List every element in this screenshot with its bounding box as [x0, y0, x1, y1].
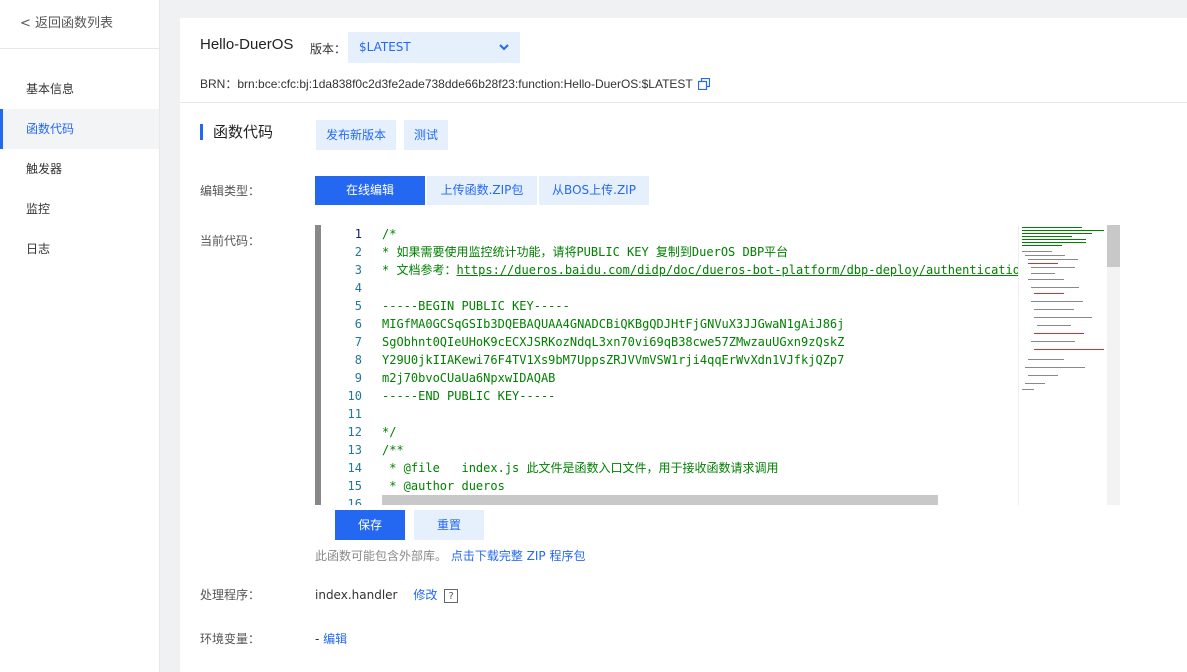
- brn-line: BRN：brn:bce:cfc:bj:1da838f0c2d3fe2ade738…: [200, 75, 710, 92]
- version-select[interactable]: $LATEST: [348, 32, 520, 63]
- main-panel: Hello-DuerOS 版本： $LATEST BRN：brn:bce:cfc…: [180, 18, 1187, 672]
- code-line[interactable]: m2j70bvoCUaUa6NpxwIDAQAB: [382, 369, 1018, 387]
- line-number: 9: [354, 371, 362, 385]
- version-select-value: $LATEST: [359, 40, 411, 54]
- code-minimap[interactable]: [1018, 225, 1108, 505]
- code-line[interactable]: SgObhnt0QIeUHoK9cECXJSRKozNdqL3xn70vi69q…: [382, 333, 1018, 351]
- save-button[interactable]: 保存: [335, 510, 405, 540]
- tab-upload-zip[interactable]: 上传函数.ZIP包: [427, 176, 537, 205]
- download-zip-link[interactable]: 点击下载完整 ZIP 程序包: [451, 549, 586, 563]
- line-number: 16: [347, 497, 362, 505]
- line-number: 13: [347, 443, 362, 457]
- code-line[interactable]: -----BEGIN PUBLIC KEY-----: [382, 297, 1018, 315]
- modify-handler-link[interactable]: 修改: [413, 588, 437, 602]
- current-code-label: 当前代码：: [200, 234, 261, 248]
- horizontal-scroll-thumb[interactable]: [382, 495, 938, 505]
- code-line-text: * 文档参考：: [382, 263, 457, 277]
- line-number: 15: [347, 479, 362, 493]
- line-number: 7: [354, 335, 362, 349]
- publish-version-button[interactable]: 发布新版本: [316, 120, 397, 150]
- test-button[interactable]: 测试: [404, 120, 449, 150]
- tab-bos-upload-zip[interactable]: 从BOS上传.ZIP: [539, 176, 649, 205]
- help-icon[interactable]: ?: [444, 588, 459, 603]
- code-line[interactable]: /**: [382, 441, 1018, 459]
- doc-url-link[interactable]: https://dueros.baidu.com/didp/doc/dueros…: [456, 263, 1018, 277]
- sidebar-item-logs[interactable]: 日志: [0, 229, 159, 269]
- code-line[interactable]: * @file index.js 此文件是函数入口文件，用于接收函数请求调用: [382, 459, 1018, 477]
- handler-row: index.handler 修改 ?: [315, 586, 459, 603]
- code-line[interactable]: * @author dueros: [382, 477, 1018, 495]
- reset-button[interactable]: 重置: [414, 510, 484, 540]
- external-library-note: 此函数可能包含外部库。 点击下载完整 ZIP 程序包: [315, 547, 585, 564]
- sidebar-item-monitoring[interactable]: 监控: [0, 189, 159, 229]
- line-number: 6: [354, 317, 362, 331]
- version-label: 版本：: [310, 42, 347, 56]
- back-to-function-list-link[interactable]: < 返回函数列表: [0, 0, 159, 49]
- vertical-scroll-thumb[interactable]: [1107, 225, 1120, 267]
- brn-label: BRN：: [200, 77, 238, 91]
- code-line[interactable]: MIGfMA0GCSqGSIb3DQEBAQUAA4GNADCBiQKBgQDJ…: [382, 315, 1018, 333]
- line-number: 5: [354, 299, 362, 313]
- edit-env-vars-link[interactable]: 编辑: [323, 632, 347, 646]
- code-line[interactable]: /*: [382, 225, 1018, 243]
- editor-vertical-scrollbar[interactable]: [1107, 225, 1120, 505]
- edit-type-label: 编辑类型：: [200, 184, 261, 198]
- line-number: 2: [354, 245, 362, 259]
- env-vars-label: 环境变量：: [200, 632, 261, 646]
- code-area[interactable]: /* * 如果需要使用监控统计功能，请将PUBLIC KEY 复制到DuerOS …: [382, 225, 1018, 505]
- line-number: 11: [347, 407, 362, 421]
- section-title: 函数代码: [200, 124, 273, 140]
- handler-value: index.handler: [315, 588, 398, 602]
- tab-online-edit[interactable]: 在线编辑: [315, 176, 425, 205]
- note-text: 此函数可能包含外部库。: [315, 549, 448, 563]
- code-editor[interactable]: 1 2 3 4 5 6 7 8 9 10 11 12 13 14 15 16 /* * 如果需要使用监控统计功能…: [315, 225, 1120, 505]
- code-line[interactable]: * 如果需要使用监控统计功能，请将PUBLIC KEY 复制到DuerOS DB…: [382, 243, 1018, 261]
- handler-label: 处理程序：: [200, 588, 261, 602]
- sidebar-item-triggers[interactable]: 触发器: [0, 149, 159, 189]
- minimap-preview: [1022, 227, 1104, 390]
- brn-value: brn:bce:cfc:bj:1da838f0c2d3fe2ade738dde6…: [237, 77, 693, 91]
- chevron-down-icon: [499, 44, 509, 51]
- line-number: 1: [354, 227, 362, 241]
- sidebar: < 返回函数列表 基本信息 函数代码 触发器 监控 日志: [0, 0, 160, 672]
- line-number: 4: [354, 281, 362, 295]
- code-line[interactable]: */: [382, 423, 1018, 441]
- function-header: Hello-DuerOS 版本： $LATEST BRN：brn:bce:cfc…: [180, 18, 1187, 103]
- line-number: 10: [347, 389, 362, 403]
- code-line[interactable]: -----END PUBLIC KEY-----: [382, 387, 1018, 405]
- line-number: 12: [347, 425, 362, 439]
- line-number: 3: [354, 263, 362, 277]
- env-vars-row: - 编辑: [315, 630, 347, 647]
- sidebar-item-function-code[interactable]: 函数代码: [0, 109, 159, 149]
- code-line[interactable]: Y29U0jkIIAKewi76F4TV1Xs9bM7UppsZRJVVmVSW…: [382, 351, 1018, 369]
- env-vars-value: -: [315, 632, 320, 646]
- line-number-gutter: 1 2 3 4 5 6 7 8 9 10 11 12 13 14 15 16: [321, 225, 369, 505]
- code-line[interactable]: * 文档参考：https://dueros.baidu.com/didp/doc…: [382, 261, 1018, 279]
- code-line[interactable]: [382, 405, 1018, 423]
- function-name: Hello-DuerOS: [200, 36, 294, 53]
- sidebar-item-basic-info[interactable]: 基本信息: [0, 69, 159, 109]
- line-number: 8: [354, 353, 362, 367]
- copy-icon[interactable]: [697, 78, 710, 90]
- line-number: 14: [347, 461, 362, 475]
- code-line[interactable]: [382, 279, 1018, 297]
